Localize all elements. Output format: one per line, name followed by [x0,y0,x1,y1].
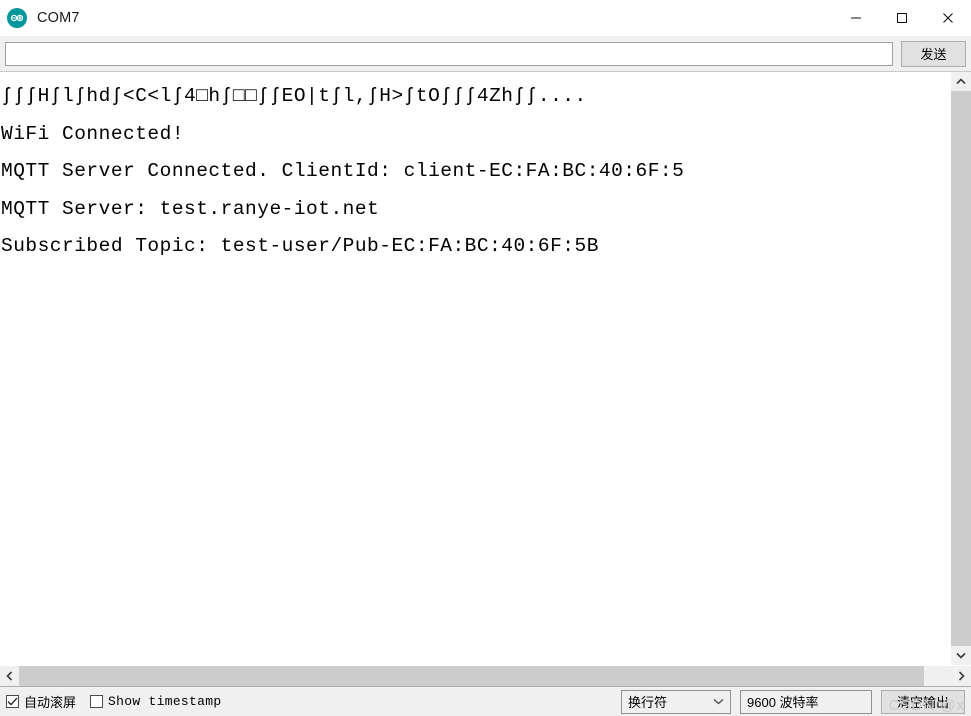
baud-rate-dropdown[interactable]: 9600 波特率 [740,689,872,714]
line-ending-value: 换行符 [628,695,668,710]
maximize-button[interactable] [879,0,925,36]
autoscroll-checkbox-item[interactable]: 自动滚屏 [6,692,76,711]
scroll-up-button[interactable] [951,72,971,91]
vertical-scrollbar-track[interactable] [951,91,971,646]
arduino-logo-icon [7,7,27,28]
close-icon [943,13,953,23]
send-button[interactable]: 发送 [901,40,966,67]
status-bar: 自动滚屏 Show timestamp 换行符 9600 波特率 清空输出 CS… [0,686,971,716]
close-button[interactable] [925,0,971,36]
terminal-line: MQTT Server Connected. ClientId: client-… [1,160,685,182]
terminal-output: ʃʃʃHʃlʃhdʃ<C<lʃ4□hʃ□□ʃʃEO|tʃl,ʃH>ʃtOʃʃʃ4… [0,72,950,665]
minimize-button[interactable] [833,0,879,36]
autoscroll-checkbox[interactable] [6,695,19,708]
maximize-icon [897,13,907,23]
chevron-up-icon [956,78,966,85]
terminal-area: ʃʃʃHʃlʃhdʃ<C<lʃ4□hʃ□□ʃʃEO|tʃl,ʃH>ʃtOʃʃʃ4… [0,72,971,665]
send-bar: 发送 [0,36,971,72]
terminal-line: WiFi Connected! [1,122,185,145]
timestamp-label: Show timestamp [108,694,222,709]
chevron-left-icon [6,671,13,681]
chevron-right-icon [958,671,965,681]
baud-rate-value: 9600 波特率 [747,695,819,710]
status-bar-right-group: 换行符 9600 波特率 清空输出 [621,689,965,714]
terminal-line: MQTT Server: test.ranye-iot.net [1,197,380,220]
horizontal-scrollbar[interactable] [0,665,971,686]
checkmark-icon [7,697,18,706]
send-input[interactable] [9,42,889,65]
horizontal-scrollbar-thumb[interactable] [19,666,924,686]
terminal-line: ʃʃʃHʃlʃhdʃ<C<lʃ4□hʃ□□ʃʃEO|tʃl,ʃH>ʃtOʃʃʃ4… [1,85,587,107]
vertical-scrollbar[interactable] [950,72,971,665]
window-title: COM7 [37,9,80,26]
scroll-down-button[interactable] [951,646,971,665]
send-input-wrapper[interactable] [5,41,893,66]
horizontal-scrollbar-track[interactable] [19,666,952,686]
chevron-down-icon [956,652,966,659]
chevron-down-icon [713,698,724,705]
autoscroll-label: 自动滚屏 [24,695,77,710]
minimize-icon [851,17,861,19]
scroll-right-button[interactable] [952,666,971,686]
terminal-line: Subscribed Topic: test-user/Pub-EC:FA:BC… [1,235,599,257]
window-controls [833,0,971,36]
title-bar: COM7 [0,0,971,36]
timestamp-checkbox-item[interactable]: Show timestamp [90,694,221,709]
serial-monitor-window: COM7 发送 ʃʃʃHʃlʃhdʃ<C<lʃ4□hʃ□□ʃʃEO|tʃl,ʃH… [0,0,971,716]
vertical-scrollbar-thumb[interactable] [951,91,971,646]
line-ending-dropdown[interactable]: 换行符 [621,689,731,714]
timestamp-checkbox[interactable] [90,695,104,708]
clear-output-button[interactable]: 清空输出 [881,689,965,714]
scroll-left-button[interactable] [0,666,19,686]
